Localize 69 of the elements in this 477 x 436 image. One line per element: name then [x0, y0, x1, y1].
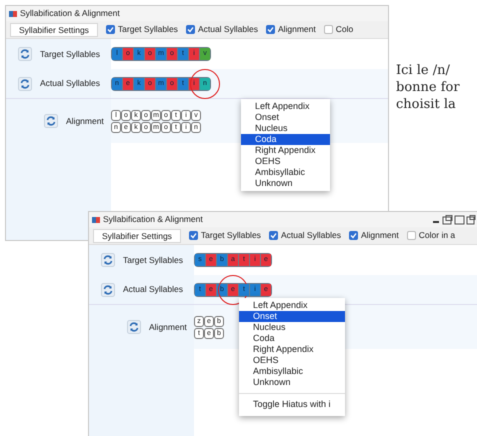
- refresh-icon[interactable]: [18, 47, 32, 61]
- menu-item[interactable]: Onset: [239, 311, 345, 322]
- checkbox-label: Target Syllables: [200, 229, 261, 242]
- toggle-checkbox[interactable]: Actual Syllables: [268, 229, 341, 242]
- refresh-icon[interactable]: [18, 76, 32, 90]
- menu-item[interactable]: Toggle Hiatus with i: [239, 399, 345, 414]
- settings-tab[interactable]: Syllabifier Settings: [93, 228, 181, 242]
- menu-item[interactable]: Coda: [239, 333, 345, 344]
- row-label: Actual Syllables: [123, 283, 184, 296]
- row-label: Alignment: [66, 114, 104, 128]
- checkbox[interactable]: [188, 231, 198, 240]
- toggle-checkbox[interactable]: Color in a: [406, 229, 456, 242]
- checkbox-label: Color in a: [418, 229, 456, 242]
- checkbox[interactable]: [106, 25, 115, 34]
- checkbox-label: Target Syllables: [118, 23, 178, 36]
- checkmark-icon: [106, 26, 114, 33]
- checkbox-label: Actual Syllables: [280, 229, 341, 242]
- menu-item[interactable]: Coda: [241, 134, 330, 145]
- note-text: choisit la: [396, 96, 457, 113]
- menu-item[interactable]: Ambisyllabic: [239, 366, 345, 377]
- refresh-icon[interactable]: [44, 114, 58, 128]
- menu-item[interactable]: Onset: [241, 112, 330, 123]
- toggle-checkbox[interactable]: Target Syllables: [188, 229, 261, 242]
- checkbox[interactable]: [324, 25, 333, 34]
- menu-item[interactable]: Nucleus: [239, 322, 345, 333]
- refresh-icon[interactable]: [101, 253, 115, 267]
- settings-tab[interactable]: Syllabifier Settings: [10, 22, 98, 36]
- checkbox[interactable]: [406, 231, 416, 240]
- checkbox-label: Actual Syllables: [198, 23, 258, 36]
- window-controls-icon[interactable]: [432, 214, 477, 224]
- menu-item[interactable]: Nucleus: [241, 123, 330, 134]
- checkmark-icon: [350, 232, 357, 239]
- menu-item[interactable]: Right Appendix: [241, 145, 330, 156]
- checkmark-icon: [186, 26, 194, 33]
- toggle-checkbox[interactable]: Alignment: [266, 23, 316, 36]
- row-label: Target Syllables: [40, 48, 100, 60]
- window-title: Syllabification & Alignment: [20, 7, 120, 20]
- checkmark-icon: [270, 232, 277, 239]
- app-icon: [9, 10, 17, 16]
- app-icon: [92, 216, 100, 222]
- menu-item[interactable]: Ambisyllabic: [241, 167, 330, 178]
- menu-item[interactable]: Left Appendix: [239, 300, 345, 311]
- menu-item[interactable]: Right Appendix: [239, 344, 345, 355]
- checkbox[interactable]: [348, 231, 358, 240]
- checkbox-label: Alignment: [360, 229, 399, 242]
- row-label: Actual Syllables: [40, 77, 100, 90]
- menu-item[interactable]: OEHS: [241, 156, 330, 167]
- menu-item[interactable]: OEHS: [239, 355, 345, 366]
- menu-item[interactable]: Left Appendix: [241, 101, 330, 112]
- menu-item[interactable]: Unknown: [239, 377, 345, 388]
- window-title: Syllabification & Alignment: [103, 213, 203, 226]
- checkbox-label: Colo: [336, 23, 354, 36]
- checkbox[interactable]: [266, 25, 275, 34]
- menu-item[interactable]: Unknown: [241, 178, 330, 189]
- checkbox[interactable]: [186, 25, 195, 34]
- row-label: Alignment: [149, 320, 187, 334]
- refresh-icon[interactable]: [127, 320, 141, 334]
- row-label: Target Syllables: [123, 254, 184, 266]
- checkmark-icon: [266, 26, 274, 33]
- toggle-checkbox[interactable]: Colo: [324, 23, 354, 36]
- toggle-checkbox[interactable]: Alignment: [348, 229, 399, 242]
- checkbox-label: Alignment: [278, 23, 316, 36]
- toggle-checkbox[interactable]: Target Syllables: [106, 23, 178, 36]
- toggle-checkbox[interactable]: Actual Syllables: [186, 23, 258, 36]
- checkmark-icon: [190, 232, 197, 239]
- note-text: bonne for: [396, 79, 460, 96]
- checkbox[interactable]: [268, 231, 278, 240]
- refresh-icon[interactable]: [101, 282, 115, 296]
- note-text: Ici le /n/: [396, 62, 451, 79]
